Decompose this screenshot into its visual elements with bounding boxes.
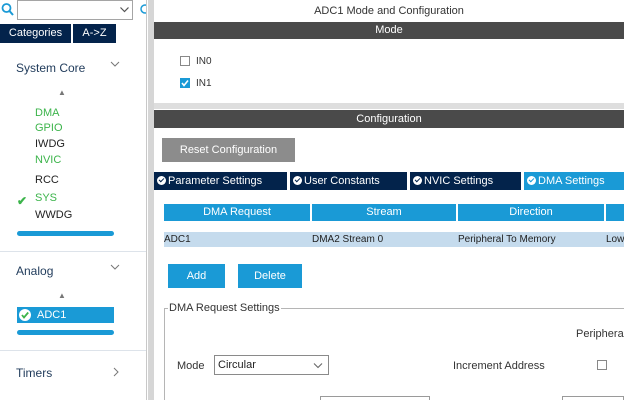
- sidebar-item-dma[interactable]: DMA: [35, 107, 59, 120]
- check-circle-icon: [413, 176, 422, 185]
- chevron-right-icon: [113, 367, 119, 377]
- table-cell[interactable]: Peripheral To Memory: [458, 232, 606, 247]
- col-header-dma-request[interactable]: DMA Request: [164, 204, 310, 221]
- tab-user-constants-label: User Constants: [304, 175, 380, 187]
- in1-checkbox[interactable]: [180, 78, 190, 88]
- check-circle-icon: [527, 176, 536, 185]
- section-system-core-label: System Core: [16, 61, 86, 75]
- check-icon: ✔: [17, 194, 28, 208]
- section-timers-label: Timers: [16, 366, 53, 380]
- in1-label: IN1: [196, 78, 212, 89]
- mode-panel: IN0 IN1: [154, 39, 624, 110]
- dma-request-settings-group: [164, 308, 624, 400]
- tab-nvic-settings-label: NVIC Settings: [424, 175, 494, 187]
- mode-label: Mode: [177, 360, 205, 372]
- tab-categories[interactable]: Categories: [0, 24, 71, 43]
- configuration-panel: Reset Configuration Parameter Settings U…: [154, 128, 624, 400]
- configuration-band: Configuration: [154, 110, 624, 128]
- mode-select[interactable]: Circular: [214, 355, 329, 375]
- tab-nvic-settings[interactable]: NVIC Settings: [410, 172, 521, 190]
- horizontal-scrollbar[interactable]: [17, 330, 114, 335]
- section-system-core[interactable]: System Core: [16, 59, 120, 77]
- horizontal-scrollbar[interactable]: [17, 231, 114, 236]
- tab-user-constants[interactable]: User Constants: [290, 172, 407, 190]
- tab-parameter-settings[interactable]: Parameter Settings: [154, 172, 287, 190]
- category-tabs: Categories A->Z: [0, 24, 146, 43]
- delete-button[interactable]: Delete: [238, 264, 302, 288]
- add-button[interactable]: Add: [168, 264, 225, 288]
- sidebar-item-adc1[interactable]: ADC1: [17, 307, 114, 323]
- mode-select-value: Circular: [218, 359, 256, 371]
- peripheral-label: Peripheral: [576, 328, 624, 340]
- section-analog[interactable]: Analog: [16, 262, 120, 280]
- scroll-up-icon[interactable]: ▲: [58, 291, 66, 300]
- increment-address-label: Increment Address: [453, 360, 545, 372]
- tab-dma-settings-label: DMA Settings: [538, 175, 605, 187]
- sidebar-item-adc1-label: ADC1: [37, 309, 67, 321]
- sidebar-item-rcc[interactable]: RCC: [35, 174, 59, 187]
- search-input[interactable]: [17, 0, 133, 20]
- col-header-direction[interactable]: Direction: [458, 204, 604, 221]
- section-analog-label: Analog: [16, 264, 54, 278]
- data-width-field[interactable]: [320, 396, 430, 400]
- sidebar-item-sys[interactable]: SYS: [35, 192, 57, 205]
- tab-dma-settings[interactable]: DMA Settings: [524, 172, 624, 190]
- sidebar: Categories A->Z System Core ▲ DMA GPIO I…: [0, 0, 147, 400]
- chevron-down-icon: [313, 363, 323, 369]
- app-window: Categories A->Z System Core ▲ DMA GPIO I…: [0, 0, 624, 400]
- main-panel: ADC1 Mode and Configuration Mode IN0 IN1…: [154, 0, 624, 400]
- table-cell[interactable]: Low: [606, 232, 624, 247]
- in0-label: IN0: [196, 56, 212, 67]
- sidebar-item-wwdg[interactable]: WWDG: [35, 209, 72, 222]
- check-circle-icon: [19, 309, 31, 321]
- table-cell[interactable]: DMA2 Stream 0: [312, 232, 458, 247]
- table-cell[interactable]: ADC1: [164, 232, 312, 247]
- section-timers[interactable]: Timers: [16, 364, 120, 382]
- section-divider: [0, 251, 146, 252]
- sidebar-item-iwdg[interactable]: IWDG: [35, 138, 65, 151]
- section-divider: [0, 350, 146, 351]
- mode-band: Mode: [154, 22, 624, 39]
- check-circle-icon: [157, 176, 166, 185]
- scroll-up-icon[interactable]: ▲: [58, 88, 66, 97]
- search-icon[interactable]: [1, 2, 15, 18]
- sidebar-item-nvic[interactable]: NVIC: [35, 154, 61, 167]
- tab-a-z[interactable]: A->Z: [72, 24, 116, 43]
- increment-address-checkbox[interactable]: [597, 360, 607, 370]
- splitter-bar[interactable]: [154, 103, 624, 109]
- config-tabs: Parameter Settings User Constants NVIC S…: [154, 172, 624, 190]
- gear-icon[interactable]: [136, 2, 147, 16]
- data-width-field[interactable]: [562, 396, 624, 400]
- group-title: DMA Request Settings: [168, 302, 281, 314]
- page-title: ADC1 Mode and Configuration: [314, 5, 464, 17]
- col-header-priority[interactable]: [606, 204, 624, 221]
- in0-checkbox[interactable]: [180, 56, 190, 66]
- tab-parameter-settings-label: Parameter Settings: [168, 175, 263, 187]
- search-row: [0, 0, 147, 24]
- reset-configuration-button[interactable]: Reset Configuration: [162, 138, 295, 162]
- col-header-stream[interactable]: Stream: [312, 204, 456, 221]
- chevron-down-icon: [110, 61, 120, 67]
- chevron-down-icon[interactable]: [120, 7, 129, 13]
- check-circle-icon: [293, 176, 302, 185]
- sidebar-item-gpio[interactable]: GPIO: [35, 122, 63, 135]
- chevron-down-icon: [110, 264, 120, 270]
